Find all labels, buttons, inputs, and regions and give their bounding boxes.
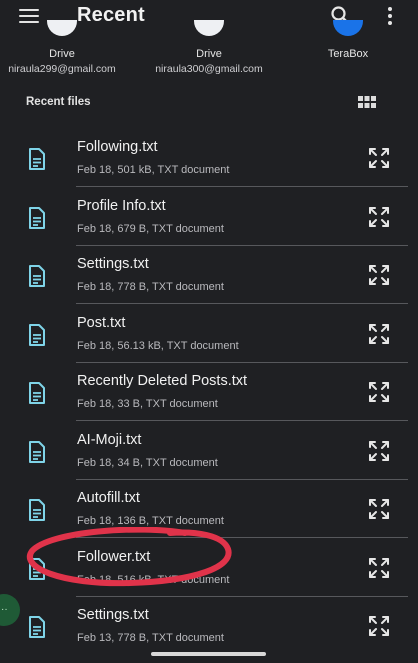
file-row[interactable]: Follower.txt Feb 18, 516 kB, TXT document bbox=[0, 539, 408, 597]
file-name: AI-Moji.txt bbox=[77, 431, 142, 448]
expand-icon[interactable] bbox=[368, 323, 390, 345]
file-name: Settings.txt bbox=[77, 256, 149, 272]
file-name: Follower.txt bbox=[77, 548, 151, 565]
terabox-icon bbox=[333, 20, 363, 36]
file-row[interactable]: AI-Moji.txt Feb 18, 34 B, TXT document bbox=[0, 422, 408, 480]
expand-icon[interactable] bbox=[368, 498, 390, 520]
file-meta: Feb 18, 501 kB, TXT document bbox=[77, 164, 230, 176]
expand-icon[interactable] bbox=[368, 381, 390, 403]
drive-icon bbox=[47, 20, 77, 36]
expand-icon[interactable] bbox=[368, 440, 390, 462]
file-meta: Feb 13, 778 B, TXT document bbox=[77, 632, 224, 644]
storage-roots: Drive niraula299@gmail.com Drive niraula… bbox=[0, 20, 418, 82]
file-meta: Feb 18, 516 kB, TXT document bbox=[77, 573, 230, 586]
root-email: niraula300@gmail.com bbox=[155, 63, 263, 75]
root-name: TeraBox bbox=[327, 48, 369, 60]
file-row[interactable]: Profile Info.txt Feb 18, 679 B, TXT docum… bbox=[0, 188, 408, 246]
text-document-icon bbox=[28, 499, 46, 521]
file-meta: Feb 18, 778 B, TXT document bbox=[77, 281, 224, 293]
file-row[interactable]: Settings.txt Feb 18, 778 B, TXT document bbox=[0, 246, 408, 304]
expand-icon[interactable] bbox=[368, 264, 390, 286]
file-name: Settings.txt bbox=[77, 607, 149, 623]
text-document-icon bbox=[28, 265, 46, 287]
file-row[interactable]: Recently Deleted Posts.txt Feb 18, 33 B, … bbox=[0, 363, 408, 421]
file-name: Post.txt bbox=[77, 314, 126, 331]
text-document-icon bbox=[28, 323, 46, 346]
text-document-icon bbox=[28, 382, 46, 404]
file-row[interactable]: Settings.txt Feb 13, 778 B, TXT document bbox=[0, 597, 408, 655]
text-document-icon bbox=[28, 557, 46, 580]
expand-icon[interactable] bbox=[368, 147, 390, 169]
file-meta: Feb 18, 34 B, TXT document bbox=[77, 456, 218, 469]
root-drive-2[interactable]: Drive niraula300@gmail.com bbox=[148, 20, 270, 80]
grid-view-icon[interactable] bbox=[357, 95, 377, 109]
file-meta: Feb 18, 56.13 kB, TXT document bbox=[77, 339, 239, 352]
file-row[interactable]: Following.txt Feb 18, 501 kB, TXT documen… bbox=[0, 129, 408, 187]
file-meta: Feb 18, 679 B, TXT document bbox=[77, 222, 224, 235]
root-email: niraula299@gmail.com bbox=[8, 63, 116, 75]
file-name: Autofill.txt bbox=[77, 490, 140, 506]
expand-icon[interactable] bbox=[368, 615, 390, 637]
root-name: Drive bbox=[49, 48, 75, 60]
file-name: Following.txt bbox=[77, 139, 158, 155]
file-meta: Feb 18, 136 B, TXT document bbox=[77, 515, 224, 527]
home-indicator bbox=[151, 652, 266, 656]
text-document-icon bbox=[28, 440, 46, 463]
file-name: Recently Deleted Posts.txt bbox=[77, 373, 248, 389]
root-terabox[interactable]: TeraBox bbox=[318, 20, 378, 80]
file-name: Profile Info.txt bbox=[77, 197, 166, 214]
section-title: Recent files bbox=[26, 96, 91, 108]
expand-icon[interactable] bbox=[368, 557, 390, 579]
dots-icon: ·· bbox=[1, 604, 8, 615]
expand-icon[interactable] bbox=[368, 206, 390, 228]
text-document-icon bbox=[28, 616, 46, 638]
drive-icon bbox=[194, 20, 224, 36]
file-row[interactable]: Autofill.txt Feb 18, 136 B, TXT document bbox=[0, 480, 408, 538]
root-drive-1[interactable]: Drive niraula299@gmail.com bbox=[6, 20, 118, 80]
root-name: Drive bbox=[196, 48, 222, 60]
text-document-icon bbox=[28, 206, 46, 229]
text-document-icon bbox=[28, 148, 46, 170]
file-row[interactable]: Post.txt Feb 18, 56.13 kB, TXT document bbox=[0, 305, 408, 363]
file-meta: Feb 18, 33 B, TXT document bbox=[77, 398, 218, 410]
